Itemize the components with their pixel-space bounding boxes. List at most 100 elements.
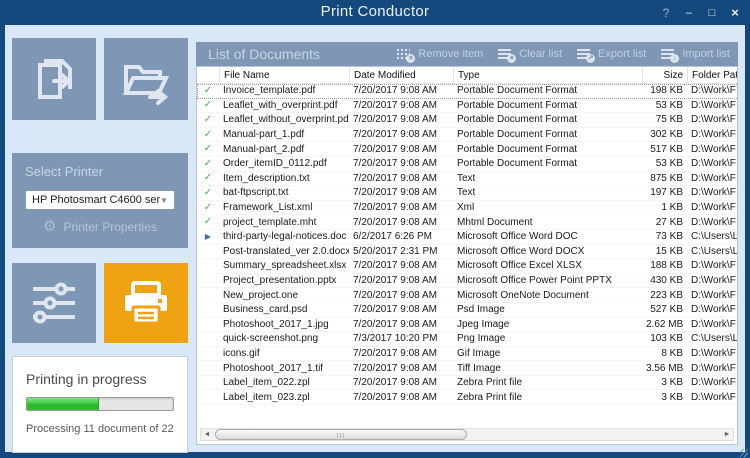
import-list-button[interactable]: ↓Import list xyxy=(661,48,730,61)
table-row[interactable]: ✓Manual-part_1.pdf7/20/2017 9:08 AMPorta… xyxy=(197,128,738,143)
resize-grip[interactable] xyxy=(740,449,748,457)
maximize-button[interactable]: □ xyxy=(705,5,719,21)
file-name-cell: Label_item_022.zpl xyxy=(219,377,349,388)
file-name-cell: third-party-legal-notices.doc xyxy=(219,231,349,242)
type-cell: Png Image xyxy=(453,333,642,344)
table-row[interactable]: Label_item_023.zpl7/20/2017 9:08 AMZebra… xyxy=(197,390,738,405)
folder-path-cell: D:\Work\F xyxy=(687,173,738,184)
print-conductor-window: Print Conductor ? – □ × xyxy=(0,0,750,458)
file-name-cell: icons.gif xyxy=(219,348,349,359)
folder-path-cell: D:\Work\F xyxy=(687,348,738,359)
table-row[interactable]: Photoshoot_2017_1.tif7/20/2017 9:08 AMTi… xyxy=(197,361,738,376)
date-modified-cell: 7/20/2017 9:08 AM xyxy=(349,348,453,359)
clear-list-button[interactable]: ×Clear list xyxy=(498,48,562,61)
add-folder-button[interactable] xyxy=(104,38,188,120)
table-row[interactable]: ✓Framework_List.xml7/20/2017 9:08 AMXml1… xyxy=(197,201,738,216)
size-cell: 517 KB xyxy=(642,144,687,155)
remove-list-button[interactable]: ×Remove item xyxy=(397,48,483,61)
settings-sliders-icon xyxy=(27,278,81,328)
type-cell: Portable Document Format xyxy=(453,144,642,155)
table-row[interactable]: Summary_spreadsheet.xlsx7/20/2017 9:08 A… xyxy=(197,259,738,274)
sidebar: Select Printer HP Photosmart C4600 serie… xyxy=(12,38,188,452)
printing-progress-panel: Printing in progress Processing 11 docum… xyxy=(12,356,188,453)
column-header-size[interactable]: Size xyxy=(642,67,687,83)
table-row[interactable]: Project_presentation.pptx7/20/2017 9:08 … xyxy=(197,274,738,289)
file-name-cell: Manual-part_1.pdf xyxy=(219,129,349,140)
table-row[interactable]: icons.gif7/20/2017 9:08 AMGif Image8 KBD… xyxy=(197,347,738,362)
table-row[interactable]: Label_item_022.zpl7/20/2017 9:08 AMZebra… xyxy=(197,376,738,391)
help-button[interactable]: ? xyxy=(659,5,673,21)
column-header-status[interactable] xyxy=(197,67,219,83)
check-icon: ✓ xyxy=(197,84,219,98)
folder-path-cell: D:\Work\F xyxy=(687,217,738,228)
chevron-down-icon: ▼ xyxy=(160,196,168,205)
table-body: ✓Invoice_template.pdf7/20/2017 9:08 AMPo… xyxy=(197,84,737,405)
import-list-icon: ↓ xyxy=(661,48,678,61)
table-row[interactable]: ✓bat-ftpscript.txt7/20/2017 9:08 AMText1… xyxy=(197,186,738,201)
table-row[interactable]: ✓Item_description.txt7/20/2017 9:08 AMTe… xyxy=(197,172,738,187)
file-name-cell: quick-screenshot.png xyxy=(219,333,349,344)
scrollbar-thumb[interactable] xyxy=(215,429,467,440)
file-name-cell: Leaflet_without_overprint.pdf xyxy=(219,114,349,125)
folder-path-cell: D:\Work\F xyxy=(687,290,738,301)
folder-path-cell: C:\Users\L xyxy=(687,333,738,344)
type-cell: Jpeg Image xyxy=(453,319,642,330)
folder-path-cell: D:\Work\F xyxy=(687,260,738,271)
export-list-button[interactable]: ↗Export list xyxy=(577,48,646,61)
size-cell: 2.62 MB xyxy=(642,319,687,330)
printer-properties-link[interactable]: ⚙ Printer Properties xyxy=(25,219,175,234)
table-row[interactable]: ✓Invoice_template.pdf7/20/2017 9:08 AMPo… xyxy=(197,84,738,99)
type-cell: Portable Document Format xyxy=(453,129,642,140)
folder-path-cell: D:\Work\F xyxy=(687,129,738,140)
progress-bar-fill xyxy=(27,398,99,410)
date-modified-cell: 7/3/2017 10:20 PM xyxy=(349,333,453,344)
title-bar: Print Conductor ? – □ × xyxy=(0,0,750,25)
size-cell: 73 KB xyxy=(642,231,687,242)
check-icon: ✓ xyxy=(197,128,219,142)
table-row[interactable]: ✓Manual-part_2.pdf7/20/2017 9:08 AMPorta… xyxy=(197,142,738,157)
column-header-folder-path[interactable]: Folder Path xyxy=(687,67,738,83)
type-cell: Gif Image xyxy=(453,348,642,359)
type-cell: Portable Document Format xyxy=(453,158,642,169)
select-printer-title: Select Printer xyxy=(25,164,175,179)
table-row[interactable]: Post-translated_ver 2.0.docx5/20/2017 2:… xyxy=(197,245,738,260)
table-row[interactable]: New_project.one7/20/2017 9:08 AMMicrosof… xyxy=(197,288,738,303)
list-title: List of Documents xyxy=(208,46,397,62)
add-files-button[interactable] xyxy=(12,38,96,120)
column-header-date-modified[interactable]: Date Modified xyxy=(349,67,453,83)
type-cell: Tiff Image xyxy=(453,363,642,374)
table-row[interactable]: Photoshoot_2017_1.jpg7/20/2017 9:08 AMJp… xyxy=(197,318,738,333)
type-cell: Portable Document Format xyxy=(453,114,642,125)
progress-status: Processing 11 document of 22 xyxy=(26,423,174,435)
close-button[interactable]: × xyxy=(728,5,742,21)
window-title: Print Conductor xyxy=(0,3,750,20)
export-badge-icon: ↗ xyxy=(586,54,595,63)
remove-badge-icon: × xyxy=(406,54,415,63)
minimize-button[interactable]: – xyxy=(682,5,696,21)
table-row[interactable]: quick-screenshot.png7/3/2017 10:20 PMPng… xyxy=(197,332,738,347)
horizontal-scrollbar[interactable]: ◄ ► xyxy=(200,428,734,441)
import-badge-icon: ↓ xyxy=(670,54,679,63)
folder-path-cell: C:\Users\L xyxy=(687,231,738,242)
folder-path-cell: D:\Work\F xyxy=(687,392,738,403)
table-row[interactable]: ✓project_template.mht7/20/2017 9:08 AMMh… xyxy=(197,215,738,230)
scroll-left-icon[interactable]: ◄ xyxy=(201,431,213,438)
settings-button[interactable] xyxy=(12,263,96,343)
printer-dropdown[interactable]: HP Photosmart C4600 series ▼ xyxy=(25,190,175,210)
table-row[interactable]: ✓Leaflet_without_overprint.pdf7/20/2017 … xyxy=(197,113,738,128)
table-row[interactable]: ✓Order_itemID_0112.pdf7/20/2017 9:08 AMP… xyxy=(197,157,738,172)
type-cell: Microsoft Office Power Point PPTX xyxy=(453,275,642,286)
type-cell: Portable Document Format xyxy=(453,85,642,96)
table-row[interactable]: ✓Leaflet_with_overprint.pdf7/20/2017 9:0… xyxy=(197,99,738,114)
column-header-file-name[interactable]: File Name xyxy=(219,67,349,83)
column-header-type[interactable]: Type xyxy=(453,67,642,83)
type-cell: Microsoft Office Word DOCX xyxy=(453,246,642,257)
size-cell: 75 KB xyxy=(642,114,687,125)
date-modified-cell: 7/20/2017 9:08 AM xyxy=(349,319,453,330)
size-cell: 103 KB xyxy=(642,333,687,344)
scroll-right-icon[interactable]: ► xyxy=(721,431,733,438)
type-cell: Microsoft Office Word DOC xyxy=(453,231,642,242)
table-row[interactable]: ▶third-party-legal-notices.doc6/2/2017 6… xyxy=(197,230,738,245)
print-button[interactable] xyxy=(104,263,188,343)
table-row[interactable]: Business_card.psd7/20/2017 9:08 AMPsd Im… xyxy=(197,303,738,318)
